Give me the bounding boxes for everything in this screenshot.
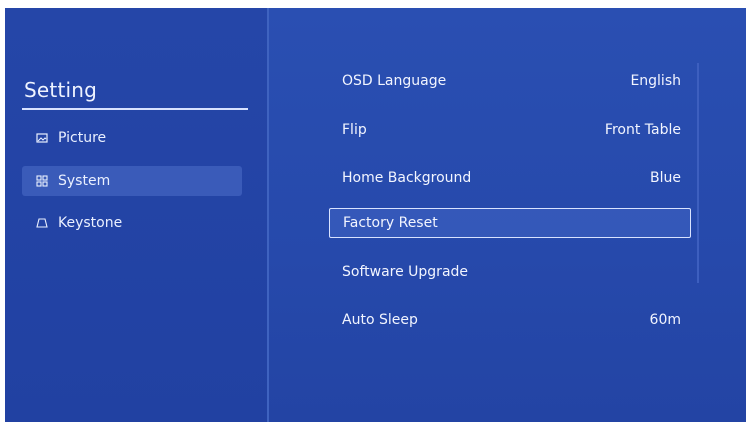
- setting-row-factory-reset[interactable]: Factory Reset: [329, 208, 691, 238]
- settings-sidebar: Setting Picture System Keystone: [5, 8, 267, 422]
- setting-label: Auto Sleep: [342, 312, 418, 328]
- sidebar-item-label: System: [58, 173, 111, 189]
- picture-icon: [34, 130, 50, 146]
- title-underline: [22, 108, 248, 110]
- sidebar-item-system[interactable]: System: [22, 166, 242, 196]
- setting-label: Software Upgrade: [342, 264, 469, 280]
- setting-value: Front Table: [604, 122, 681, 138]
- setting-row-flip[interactable]: Flip Front Table: [329, 115, 691, 145]
- setting-row-home-background[interactable]: Home Background Blue: [329, 163, 691, 193]
- keystone-icon: [34, 215, 50, 231]
- scrollbar[interactable]: [697, 63, 699, 283]
- system-icon: [34, 173, 50, 189]
- panel-divider: [267, 8, 269, 422]
- setting-value: 60m: [649, 312, 681, 328]
- settings-screen: Setting Picture System Keystone OSD Lang…: [5, 8, 746, 422]
- setting-row-software-upgrade[interactable]: Software Upgrade: [329, 257, 691, 287]
- setting-label: OSD Language: [342, 73, 447, 89]
- sidebar-item-label: Keystone: [58, 215, 123, 231]
- setting-row-osd-language[interactable]: OSD Language English: [329, 66, 691, 96]
- sidebar-item-keystone[interactable]: Keystone: [22, 208, 242, 238]
- setting-label: Flip: [342, 122, 367, 138]
- sidebar-item-picture[interactable]: Picture: [22, 123, 242, 153]
- page-title: Setting: [24, 78, 98, 102]
- setting-row-auto-sleep[interactable]: Auto Sleep 60m: [329, 305, 691, 335]
- setting-label: Home Background: [342, 170, 472, 186]
- setting-label: Factory Reset: [343, 215, 438, 231]
- setting-value: English: [630, 73, 681, 89]
- sidebar-item-label: Picture: [58, 130, 107, 146]
- setting-value: Blue: [650, 170, 681, 186]
